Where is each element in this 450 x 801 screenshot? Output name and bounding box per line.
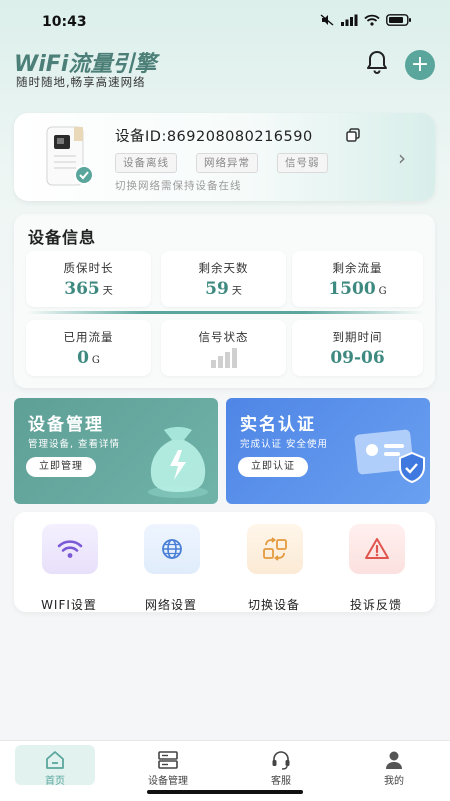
- signal-icon: [341, 14, 358, 26]
- status-tag-signal: 信号弱: [277, 153, 328, 173]
- headset-icon: [272, 751, 290, 770]
- home-icon: [46, 751, 64, 769]
- device-info-card: 设备信息 质保时长 365 天 剩余天数 59 天 剩余流量 1500 G 已用流量 …: [14, 214, 435, 388]
- nav-label: 客服: [271, 776, 291, 787]
- info-label: 信号状态: [198, 330, 249, 344]
- switch-icon: [247, 524, 303, 574]
- info-cell-data-left: 剩余流量 1500 G: [292, 251, 423, 307]
- info-divider: [26, 311, 423, 314]
- device-image: [44, 125, 96, 189]
- id-card-icon: [354, 429, 425, 484]
- real-name-banner[interactable]: 实名认证 完成认证 安全使用 立即认证: [226, 398, 430, 504]
- user-icon: [386, 751, 402, 769]
- signal-bars-icon: [210, 348, 237, 368]
- info-cell-days-left: 剩余天数 59 天: [161, 251, 286, 307]
- app-subtitle: 随时随地,畅享高速网络: [16, 75, 146, 89]
- verify-now-button[interactable]: 立即认证: [238, 457, 308, 477]
- device-info-title: 设备信息: [28, 228, 97, 247]
- status-time: 10:43: [42, 14, 87, 30]
- money-bag-icon: [148, 427, 208, 498]
- shortcut-label: 网络设置: [144, 598, 197, 612]
- status-tag-network: 网络异常: [196, 153, 258, 173]
- info-unit: G: [378, 286, 387, 297]
- status-bar: 10:43: [0, 0, 450, 44]
- status-icons: [320, 14, 412, 26]
- info-unit: 天: [102, 286, 113, 297]
- plus-icon: +: [410, 52, 430, 77]
- shortcut-network-settings[interactable]: 网络设置: [121, 524, 221, 612]
- info-cell-expiry: 到期时间 09-06: [292, 320, 423, 376]
- info-cell-signal: 信号状态: [161, 320, 286, 376]
- home-indicator: [147, 790, 303, 794]
- shortcut-wifi-settings[interactable]: WIFI设置: [19, 524, 119, 612]
- nav-label: 我的: [384, 776, 404, 787]
- shortcut-switch-device[interactable]: 切换设备: [224, 524, 324, 612]
- device-id-value: 869208080216590: [166, 129, 313, 145]
- info-value: 365: [64, 279, 100, 299]
- device-id: 设备ID:869208080216590: [115, 125, 313, 146]
- battery-icon: [386, 14, 411, 26]
- wifi-icon: [42, 524, 98, 574]
- info-value: 09-06: [330, 348, 385, 368]
- info-value: 0: [77, 348, 89, 368]
- add-button[interactable]: +: [405, 50, 435, 80]
- device-manage-banner[interactable]: 设备管理 管理设备, 查看详情 立即管理: [14, 398, 218, 504]
- device-hint: 切换网络需保持设备在线: [115, 180, 242, 192]
- warning-icon: [349, 524, 405, 574]
- info-unit: G: [91, 355, 100, 366]
- shortcut-feedback[interactable]: 投诉反馈: [326, 524, 426, 612]
- info-label: 剩余流量: [332, 261, 383, 275]
- status-tag-offline: 设备离线: [115, 153, 177, 173]
- info-cell-warranty: 质保时长 365 天: [26, 251, 151, 307]
- nav-item-device[interactable]: 设备管理: [118, 741, 218, 791]
- info-label: 已用流量: [63, 330, 114, 344]
- nav-item-home[interactable]: 首页: [5, 741, 105, 791]
- info-value: 1500: [328, 279, 376, 299]
- banner-subtitle: 完成认证 安全使用: [240, 439, 329, 450]
- info-label: 质保时长: [63, 261, 114, 275]
- globe-icon: [144, 524, 200, 574]
- banner-title: 实名认证: [240, 415, 316, 435]
- info-value: 59: [205, 279, 229, 299]
- banner-title: 设备管理: [28, 415, 104, 435]
- device-card[interactable]: 设备ID:869208080216590 设备离线 网络异常 信号弱 切换网络需…: [14, 113, 435, 201]
- shortcut-label: WIFI设置: [41, 598, 97, 612]
- copy-icon[interactable]: [346, 127, 360, 142]
- mute-icon: [320, 14, 334, 26]
- device-icon: [158, 751, 178, 769]
- info-label: 到期时间: [332, 330, 383, 344]
- device-id-label: 设备ID:: [115, 129, 167, 145]
- wifi-status-icon: [364, 14, 380, 26]
- chevron-right-icon[interactable]: ›: [398, 146, 406, 170]
- nav-label: 设备管理: [148, 776, 188, 787]
- shortcut-label: 切换设备: [247, 598, 300, 612]
- shortcut-label: 投诉反馈: [349, 598, 402, 612]
- nav-item-service[interactable]: 客服: [231, 741, 331, 791]
- nav-item-me[interactable]: 我的: [344, 741, 444, 791]
- nav-label: 首页: [45, 776, 65, 787]
- info-label: 剩余天数: [198, 261, 249, 275]
- info-unit: 天: [231, 286, 242, 297]
- shortcut-card: WIFI设置 网络设置 切换设备 投诉反馈: [14, 512, 435, 612]
- info-cell-used-data: 已用流量 0G: [26, 320, 151, 376]
- manage-now-button[interactable]: 立即管理: [26, 457, 96, 477]
- bell-icon[interactable]: [364, 49, 390, 75]
- banner-subtitle: 管理设备, 查看详情: [28, 439, 121, 450]
